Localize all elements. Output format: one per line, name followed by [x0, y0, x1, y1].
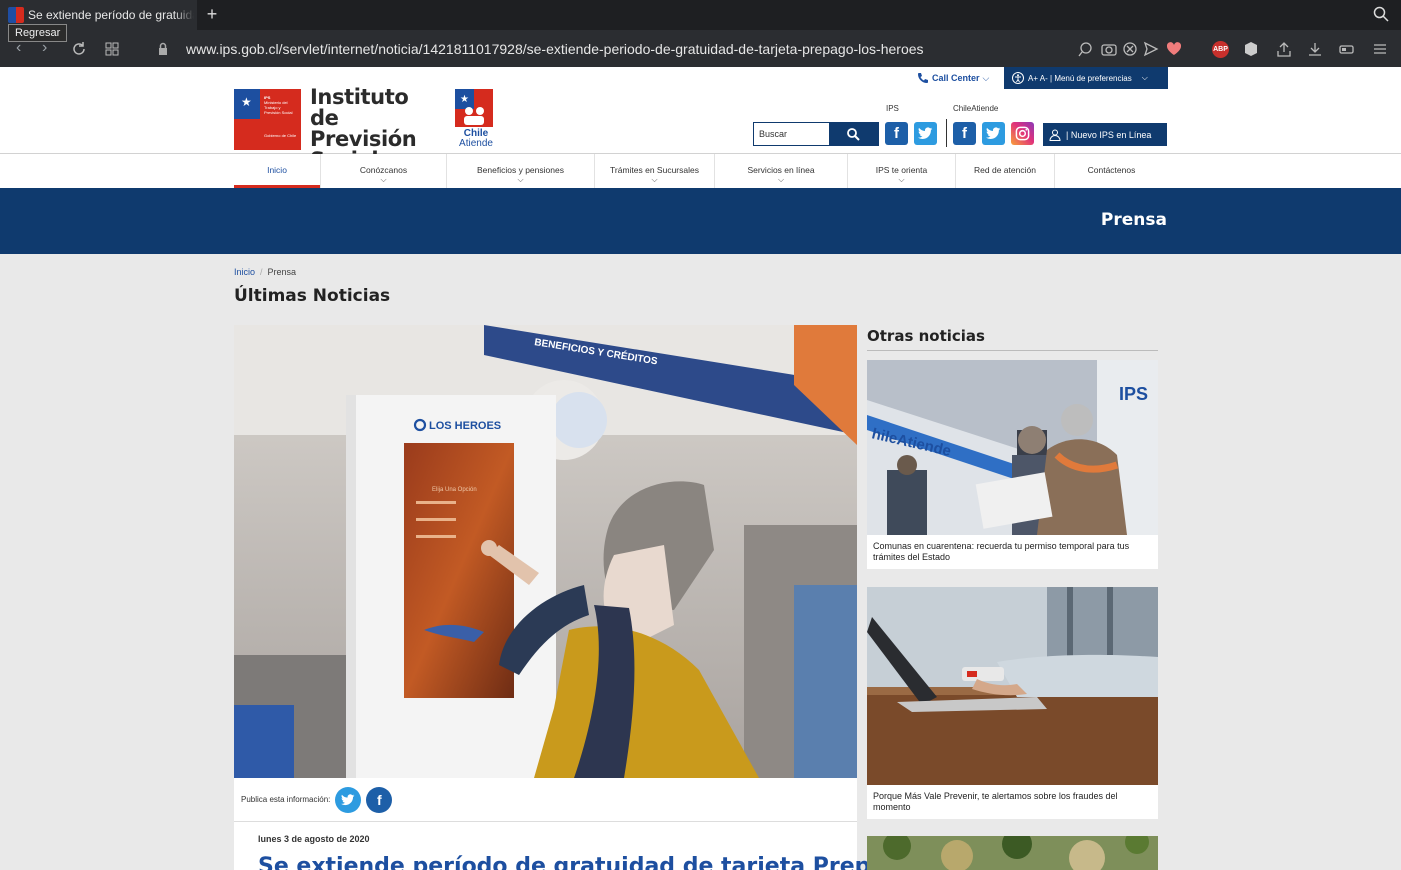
ips-favicon-icon: [8, 7, 24, 23]
chileatiende-social-label: ChileAtiende: [953, 104, 999, 113]
tab-grid-icon[interactable]: [104, 41, 120, 57]
website: ★ IPS Ministerio del Trabajo y Previsión…: [0, 67, 1401, 870]
send-icon[interactable]: [1143, 41, 1159, 57]
menu-icon[interactable]: [1372, 41, 1388, 57]
chileatiende-facebook-icon[interactable]: f: [953, 122, 976, 145]
chevron-down-icon: ⌵: [651, 175, 658, 184]
breadcrumb-home-link[interactable]: Inicio: [234, 267, 255, 277]
chileatiende-logo[interactable]: ★: [455, 89, 493, 127]
hero-image[interactable]: BENEFICIOS Y CRÉDITOS LOS HEROES Elija U…: [234, 325, 857, 778]
article-headline[interactable]: Se extiende período de gratuidad de tarj…: [258, 854, 916, 870]
article-preview: lunes 3 de agosto de 2020 Se extiende pe…: [234, 822, 916, 870]
breadcrumb-current: Prensa: [267, 267, 297, 277]
preferences-menu[interactable]: A+ A- | Menú de preferencias ⌵: [1004, 67, 1168, 89]
battery-icon[interactable]: [1339, 41, 1355, 57]
chileatiende-logo-text: Chile Atiende: [459, 128, 493, 149]
svg-text:Elija Una Opción: Elija Una Opción: [432, 487, 477, 493]
news-card-image: [867, 836, 1158, 870]
chevron-down-icon: ⌵: [1141, 73, 1148, 82]
chileatiende-instagram-icon[interactable]: [1011, 122, 1034, 145]
nuevo-ips-en-linea-button[interactable]: | Nuevo IPS en Línea: [1043, 123, 1167, 146]
cube-icon[interactable]: [1243, 41, 1259, 57]
search-box: [753, 122, 879, 146]
star-icon: ★: [241, 95, 252, 109]
share-twitter-icon[interactable]: [335, 786, 362, 813]
call-center-link[interactable]: Call Center ⌵: [917, 72, 989, 84]
chevron-down-icon: ⌵: [982, 72, 990, 83]
browser-tab-bar: Se extiende período de gratuidad de tarj…: [0, 0, 1401, 30]
chevron-down-icon: ⌵: [380, 175, 387, 184]
share-label: Publica esta información:: [241, 795, 331, 804]
social-divider: [946, 119, 947, 147]
phone-icon: [918, 73, 928, 83]
download-icon[interactable]: [1307, 41, 1323, 57]
news-card[interactable]: Porque Más Vale Prevenir, te alertamos s…: [867, 587, 1158, 819]
news-card-image: [867, 587, 1158, 785]
new-tab-icon[interactable]: +: [204, 4, 220, 24]
accessibility-icon: [1012, 72, 1024, 84]
search-button[interactable]: [829, 123, 878, 145]
nav-item-red-de-atencion[interactable]: Red de atención: [955, 154, 1054, 188]
share-facebook-icon[interactable]: f: [366, 786, 393, 813]
adblock-icon[interactable]: ABP: [1212, 41, 1229, 58]
block-icon[interactable]: [1122, 41, 1138, 57]
back-tooltip: Regresar: [8, 24, 68, 42]
site-header: ★ IPS Ministerio del Trabajo y Previsión…: [0, 67, 1401, 171]
address-bar: ‹ › www.ips.gob.cl/servlet/internet/noti…: [0, 30, 1401, 67]
news-card[interactable]: [867, 836, 1158, 870]
chevron-down-icon: ⌵: [517, 175, 524, 184]
section-band: Prensa: [0, 188, 1401, 254]
camera-icon[interactable]: [1101, 41, 1117, 57]
nav-item-inicio[interactable]: Inicio: [234, 154, 320, 188]
nav-item-contactenos[interactable]: Contáctenos: [1054, 154, 1168, 188]
nav-item-ips-te-orienta[interactable]: IPS te orienta ⌵: [847, 154, 955, 188]
heart-icon[interactable]: [1166, 41, 1182, 57]
ips-twitter-icon[interactable]: [914, 122, 937, 145]
user-icon: [1049, 129, 1061, 141]
nav-item-beneficios[interactable]: Beneficios y pensiones ⌵: [446, 154, 594, 188]
forward-icon[interactable]: ›: [42, 40, 47, 56]
main-navigation: Inicio Conózcanos ⌵ Beneficios y pensione…: [0, 154, 1401, 188]
other-news-title: Otras noticias: [867, 327, 1158, 351]
section-title: Prensa: [1100, 210, 1167, 230]
chileatiende-twitter-icon[interactable]: [982, 122, 1005, 145]
ips-logo[interactable]: ★ IPS Ministerio del Trabajo y Previsión…: [234, 89, 301, 150]
share-icon[interactable]: [1276, 41, 1292, 57]
back-icon[interactable]: ‹: [16, 40, 21, 56]
share-bar: Publica esta información: f: [234, 778, 857, 822]
search-input[interactable]: [754, 123, 829, 145]
search-icon: [847, 127, 860, 141]
nav-item-servicios[interactable]: Servicios en línea ⌵: [714, 154, 847, 188]
url-text[interactable]: www.ips.gob.cl/servlet/internet/noticia/…: [186, 41, 924, 57]
tab-title: Se extiende período de gratuidad de tarj…: [28, 8, 194, 22]
ips-facebook-icon[interactable]: f: [885, 122, 908, 145]
nav-item-conozcanos[interactable]: Conózcanos ⌵: [320, 154, 446, 188]
news-card-caption: Porque Más Vale Prevenir, te alertamos s…: [873, 791, 1118, 812]
chevron-down-icon: ⌵: [777, 175, 785, 184]
page-search-icon[interactable]: [1078, 41, 1094, 57]
page-title: Últimas Noticias: [234, 286, 391, 306]
article-date: lunes 3 de agosto de 2020: [258, 834, 370, 844]
reload-icon[interactable]: [71, 41, 87, 57]
lock-icon: [159, 42, 167, 55]
tab-search-icon[interactable]: [1373, 6, 1389, 22]
nav-item-tramites[interactable]: Trámites en Sucursales ⌵: [594, 154, 714, 188]
svg-text:★: ★: [460, 94, 469, 105]
breadcrumb: Inicio / Prensa: [234, 267, 297, 277]
news-card-image: hileAtiende IPS: [867, 360, 1158, 535]
svg-text:LOS HEROES: LOS HEROES: [429, 420, 501, 432]
svg-text:IPS: IPS: [1119, 384, 1148, 404]
chevron-down-icon: ⌵: [898, 175, 905, 184]
news-card[interactable]: hileAtiende IPS Comunas en cuarentena: r…: [867, 360, 1158, 569]
news-card-caption: Comunas en cuarentena: recuerda tu permi…: [873, 541, 1130, 562]
ips-social-label: IPS: [886, 104, 899, 113]
